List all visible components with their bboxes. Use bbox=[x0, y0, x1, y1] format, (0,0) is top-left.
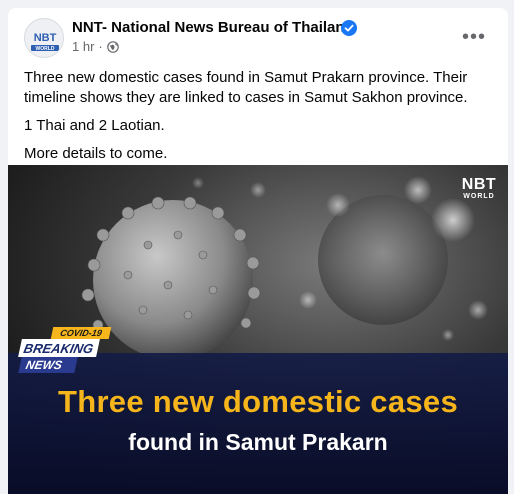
nbt-logo-top: NBT bbox=[461, 176, 497, 193]
avatar-text-bottom: WORLD bbox=[36, 46, 55, 52]
breaking-tag: BREAKING bbox=[18, 339, 100, 357]
nbt-world-logo: NBT WORLD bbox=[460, 177, 498, 201]
headline-line-2: found in Samut Prakarn bbox=[128, 429, 388, 455]
post-body: Three new domestic cases found in Samut … bbox=[24, 68, 494, 172]
headline-line-1: Three new domestic cases bbox=[57, 384, 459, 419]
post-paragraph-1: Three new domestic cases found in Samut … bbox=[24, 69, 468, 106]
more-options-icon[interactable]: ••• bbox=[456, 22, 492, 52]
covid-tag: COVID-19 bbox=[50, 327, 112, 339]
page-avatar[interactable]: NBT WORLD bbox=[24, 18, 64, 58]
verified-badge-icon bbox=[341, 20, 357, 36]
avatar-logo: NBT WORLD bbox=[26, 20, 63, 57]
avatar-text-top: NBT bbox=[34, 32, 57, 44]
headline-band bbox=[8, 353, 508, 494]
page-name-link[interactable]: NNT- National News Bureau of Thailand bbox=[72, 19, 354, 36]
post-paragraph-3: More details to come. bbox=[24, 145, 168, 162]
nbt-logo-bottom: WORLD bbox=[463, 193, 495, 200]
post-meta: 1 hr · bbox=[72, 39, 119, 54]
post-paragraph-2: 1 Thai and 2 Laotian. bbox=[24, 117, 165, 134]
news-tag: NEWS bbox=[18, 357, 78, 373]
globe-icon[interactable] bbox=[106, 40, 119, 53]
post-timestamp[interactable]: 1 hr bbox=[72, 39, 94, 54]
post-header: NBT WORLD NNT- National News Bureau of T… bbox=[8, 8, 508, 68]
post-image[interactable]: NBT WORLD COVID-19 BREAKING NEWS Three n… bbox=[8, 165, 508, 494]
meta-separator: · bbox=[98, 39, 103, 54]
post-card: NBT WORLD NNT- National News Bureau of T… bbox=[8, 8, 508, 494]
